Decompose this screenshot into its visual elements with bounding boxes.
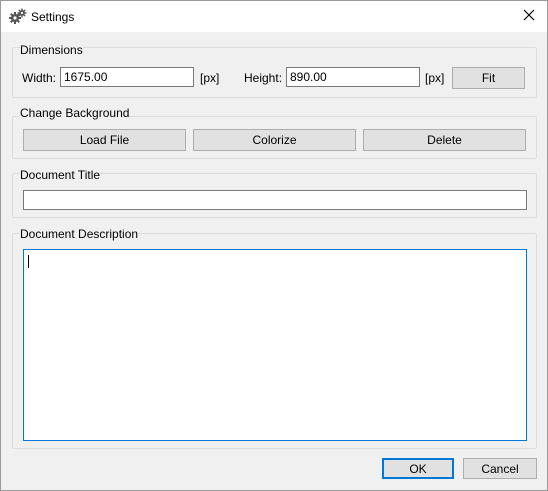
width-input[interactable] <box>60 67 194 87</box>
cancel-button[interactable]: Cancel <box>463 458 537 479</box>
height-unit-label: [px] <box>425 71 445 85</box>
gears-icon <box>9 8 27 24</box>
load-file-button[interactable]: Load File <box>23 129 186 151</box>
settings-dialog: Settings Dimensions Width: [px] Height: … <box>0 0 548 491</box>
document-description-label: Document Description <box>20 227 139 241</box>
dimensions-group-label: Dimensions <box>20 43 83 57</box>
text-caret <box>28 255 29 268</box>
height-label: Height: <box>244 71 283 85</box>
width-unit-label: [px] <box>200 71 220 85</box>
title-bar: Settings <box>1 1 547 32</box>
document-title-label: Document Title <box>20 168 101 182</box>
document-title-input[interactable] <box>23 190 527 210</box>
height-input[interactable] <box>286 67 420 87</box>
delete-button[interactable]: Delete <box>363 129 526 151</box>
close-button[interactable] <box>511 1 547 32</box>
colorize-button[interactable]: Colorize <box>193 129 356 151</box>
width-label: Width: <box>22 71 57 85</box>
close-icon <box>523 9 535 24</box>
fit-button[interactable]: Fit <box>452 67 525 89</box>
window-title: Settings <box>31 10 75 24</box>
background-group-label: Change Background <box>20 106 130 120</box>
ok-button[interactable]: OK <box>382 458 454 479</box>
document-description-textarea[interactable] <box>23 249 527 441</box>
